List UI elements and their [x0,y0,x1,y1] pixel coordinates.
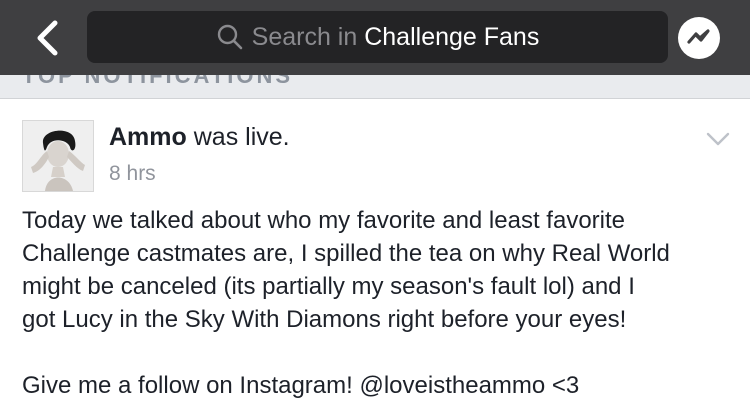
post-text-line: Today we talked about who my favorite an… [22,207,625,234]
post-text-line: might be canceled (its partially my seas… [22,273,635,300]
messenger-button[interactable] [678,17,720,59]
post-options-button[interactable] [702,125,734,153]
post-cta-line: Give me a follow on Instagram! @loveisth… [22,372,580,399]
post-text-line: got Lucy in the Sky With Diamons right b… [22,306,627,333]
top-navigation-bar: Search in Challenge Fans [0,0,750,75]
search-group-name: Challenge Fans [364,22,540,51]
post-header: Ammo was live. [109,123,290,152]
section-header-label: TOP NOTIFICATIONS [22,75,294,88]
post-timestamp[interactable]: 8 hrs [109,162,156,186]
search-icon [216,23,244,51]
live-post-card: Ammo was live. 8 hrs Today we talked abo… [0,99,750,412]
post-text: Today we talked about who my favorite an… [22,204,732,336]
post-action: was live. [193,123,290,151]
search-placeholder: Search in Challenge Fans [252,23,540,52]
messenger-icon [687,29,710,44]
section-header: TOP NOTIFICATIONS [0,75,750,99]
author-name[interactable]: Ammo [109,123,187,151]
avatar[interactable] [22,120,94,192]
search-prefix: Search in [251,22,358,51]
post-text-line: Challenge castmates are, I spilled the t… [22,240,670,267]
chevron-down-icon [706,132,730,146]
chevron-left-icon [37,20,58,56]
search-input[interactable]: Search in Challenge Fans [87,11,668,63]
back-button[interactable] [26,14,70,62]
